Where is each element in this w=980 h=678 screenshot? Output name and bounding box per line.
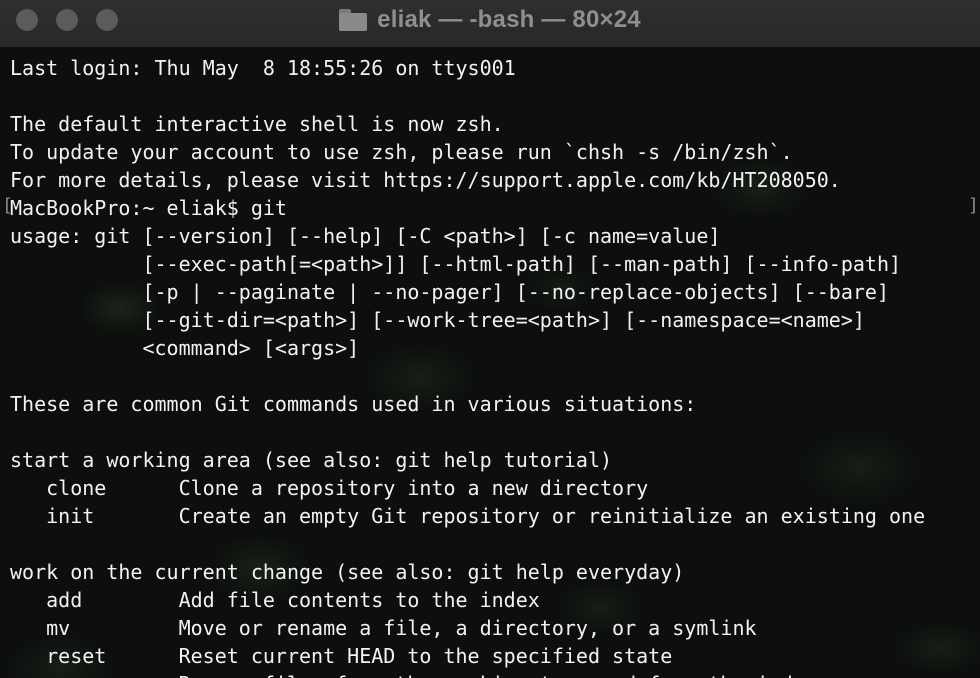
window-title-group: eliak — -bash — 80×24: [0, 0, 980, 40]
terminal-line: These are common Git commands used in va…: [10, 392, 697, 416]
folder-icon: [339, 9, 368, 31]
line-mark-right: ]: [968, 195, 979, 216]
terminal-line: clone Clone a repository into a new dire…: [10, 476, 649, 500]
terminal-line: To update your account to use zsh, pleas…: [10, 140, 793, 164]
terminal-line: reset Reset current HEAD to the specifie…: [10, 644, 673, 668]
terminal-line: mv Move or rename a file, a directory, o…: [10, 616, 757, 640]
terminal-window: eliak — -bash — 80×24 Last login: Thu Ma…: [0, 0, 980, 678]
terminal-line: The default interactive shell is now zsh…: [10, 112, 504, 136]
terminal-line: Last login: Thu May 8 18:55:26 on ttys00…: [10, 56, 516, 80]
terminal-line: usage: git [--version] [--help] [-C <pat…: [10, 224, 721, 248]
terminal-line: For more details, please visit https://s…: [10, 168, 841, 192]
terminal-line: [--exec-path[=<path>]] [--html-path] [--…: [10, 252, 902, 276]
terminal-output[interactable]: Last login: Thu May 8 18:55:26 on ttys00…: [0, 48, 980, 678]
title-bar[interactable]: eliak — -bash — 80×24: [0, 0, 980, 48]
terminal-line: start a working area (see also: git help…: [10, 448, 613, 472]
line-mark-left: [: [2, 195, 13, 216]
window-title: eliak — -bash — 80×24: [377, 6, 641, 33]
terminal-line: add Add file contents to the index: [10, 588, 540, 612]
terminal-line: [--git-dir=<path>] [--work-tree=<path>] …: [10, 308, 865, 332]
terminal-line: <command> [<args>]: [10, 336, 360, 360]
terminal-line: work on the current change (see also: gi…: [10, 560, 685, 584]
terminal-line: rm Remove files from the working tree an…: [10, 670, 980, 678]
terminal-line: [-p | --paginate | --no-pager] [--no-rep…: [10, 280, 889, 304]
terminal-line: MacBookPro:~ eliak$ git: [10, 196, 287, 220]
terminal-line: init Create an empty Git repository or r…: [10, 504, 926, 528]
terminal-content-area[interactable]: Last login: Thu May 8 18:55:26 on ttys00…: [0, 48, 980, 678]
